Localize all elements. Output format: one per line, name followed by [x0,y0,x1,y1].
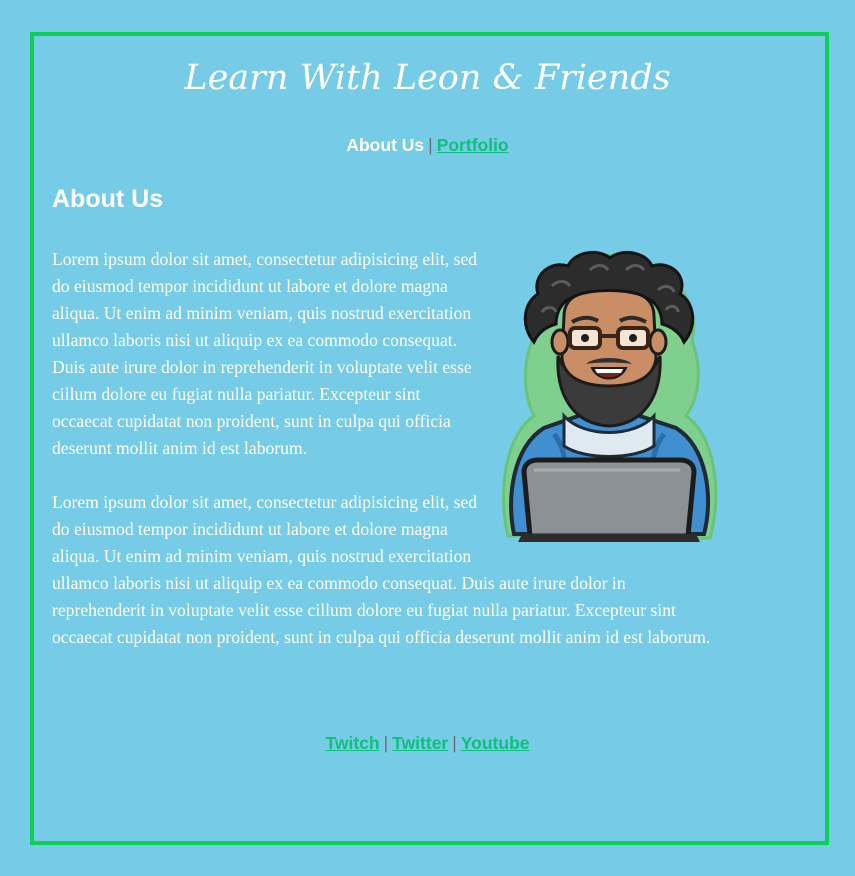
footer-separator: | [452,733,457,753]
page-title: Learn With Leon & Friends [184,58,671,98]
footer-link-twitch[interactable]: Twitch [326,733,380,753]
top-nav: About Us | Portfolio [0,135,855,156]
section-heading: About Us [52,185,164,213]
footer-link-twitter[interactable]: Twitter [392,733,448,753]
bearded-coder-icon [502,250,718,542]
footer-separator: | [383,733,389,753]
about-content: Lorem ipsum dolor sit amet, consectetur … [52,246,722,678]
footer-link-youtube[interactable]: Youtube [461,733,530,753]
nav-link-portfolio[interactable]: Portfolio [437,135,509,155]
footer-nav: Twitch | Twitter | Youtube [0,733,855,754]
nav-about-us-current: About Us [346,135,425,155]
avatar-illustration [494,246,722,550]
nav-separator: | [428,135,433,155]
